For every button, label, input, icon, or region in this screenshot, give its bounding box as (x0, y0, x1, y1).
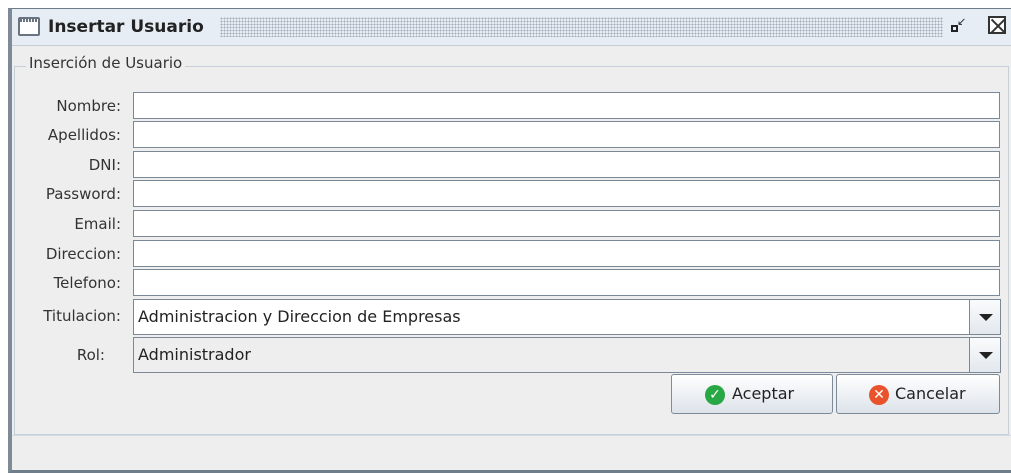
titulacion-label: Titulacion: (43, 307, 121, 325)
dni-field[interactable] (133, 151, 1000, 178)
titulacion-select[interactable]: Administracion y Direccion de Empresas (133, 299, 1001, 335)
password-field[interactable] (133, 180, 1000, 207)
titlebar-grip[interactable] (220, 17, 943, 37)
check-icon: ✓ (705, 385, 725, 405)
close-icon[interactable] (988, 16, 1006, 34)
chevron-down-icon[interactable] (969, 300, 1000, 334)
rol-label: Rol: (76, 346, 105, 364)
rol-select[interactable]: Administrador (133, 337, 1001, 373)
telefono-label: Telefono: (53, 274, 121, 292)
chevron-down-icon[interactable] (969, 338, 1000, 372)
window-title: Insertar Usuario (48, 17, 204, 37)
nombre-field[interactable] (133, 92, 1000, 119)
aceptar-button[interactable]: ✓ Aceptar (671, 374, 833, 414)
titulacion-selected-value: Administracion y Direccion de Empresas (138, 307, 461, 326)
cancel-icon: ✕ (869, 385, 889, 405)
nombre-label: Nombre: (56, 97, 121, 115)
rol-selected-value: Administrador (138, 345, 251, 364)
email-label: Email: (74, 215, 121, 233)
direccion-label: Direccion: (45, 245, 121, 263)
apellidos-label: Apellidos: (47, 126, 121, 144)
email-field[interactable] (133, 210, 1000, 237)
insertar-usuario-window: Insertar Usuario ↙ Inserción de Usuario … (8, 8, 1011, 473)
window-icon (18, 17, 40, 36)
dni-label: DNI: (88, 156, 121, 174)
restore-icon[interactable]: ↙ (949, 15, 969, 37)
cancelar-button[interactable]: ✕ Cancelar (836, 374, 1000, 414)
window-titlebar[interactable]: Insertar Usuario ↙ (12, 9, 1011, 46)
apellidos-field[interactable] (133, 121, 1000, 148)
group-legend: Inserción de Usuario (26, 53, 186, 73)
telefono-field[interactable] (133, 269, 1000, 296)
direccion-field[interactable] (133, 240, 1000, 267)
password-label: Password: (45, 185, 121, 203)
status-divider (12, 435, 1011, 436)
